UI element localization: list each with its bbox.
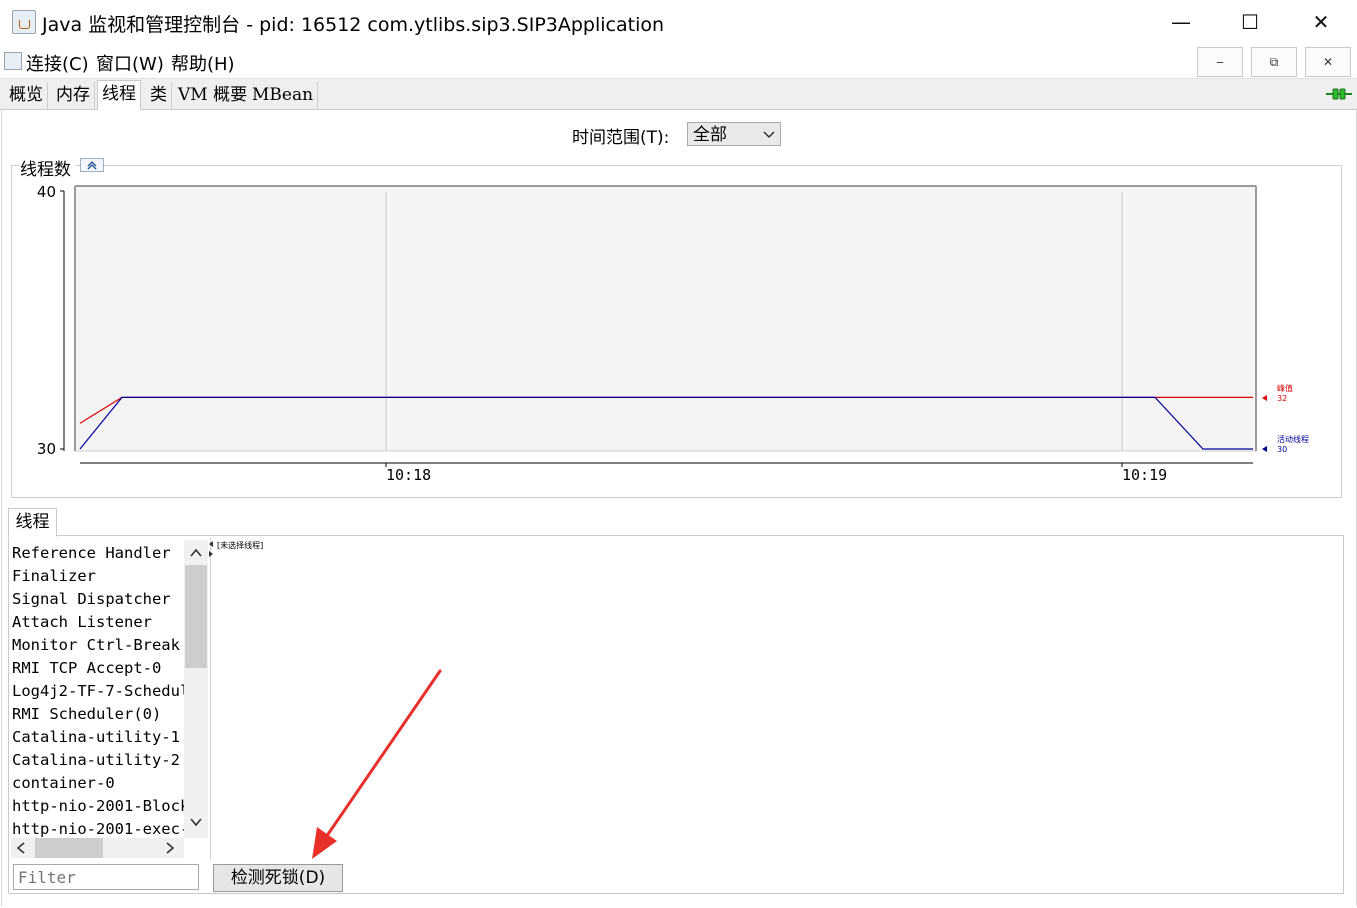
close-button[interactable]: ✕ bbox=[1304, 8, 1338, 36]
vertical-scroll-thumb[interactable] bbox=[185, 565, 207, 668]
annotation-arrow bbox=[312, 669, 442, 859]
legend-live-name: 活动线程 bbox=[1277, 434, 1309, 444]
scroll-down-icon[interactable] bbox=[189, 815, 203, 829]
tab-threads[interactable]: 线程 bbox=[97, 80, 141, 111]
thread-list[interactable]: Reference Handler Finalizer Signal Dispa… bbox=[12, 542, 184, 838]
peak-end-marker bbox=[1262, 395, 1267, 401]
live-end-marker bbox=[1262, 446, 1267, 452]
thread-list-item[interactable]: Finalizer bbox=[12, 565, 184, 588]
legend-live-value: 30 bbox=[1277, 445, 1287, 454]
tab-overview[interactable]: 概览 bbox=[5, 82, 48, 109]
thread-list-item[interactable]: Signal Dispatcher bbox=[12, 588, 184, 611]
thread-list-item[interactable]: container-0 bbox=[12, 772, 184, 795]
scroll-right-icon[interactable] bbox=[163, 841, 177, 855]
thread-detail-text: [未选择线程] bbox=[217, 541, 264, 550]
tab-memory[interactable]: 内存 bbox=[52, 82, 95, 109]
thread-list-item[interactable]: Catalina-utility-2 bbox=[12, 749, 184, 772]
internal-restore-button[interactable]: ⧉ bbox=[1251, 47, 1297, 77]
internal-minimize-button[interactable]: ‒ bbox=[1197, 47, 1243, 77]
internal-close-button[interactable]: ✕ bbox=[1305, 47, 1351, 77]
tab-classes[interactable]: 类 bbox=[146, 82, 172, 109]
maximize-button[interactable]: ☐ bbox=[1233, 8, 1267, 36]
splitter-arrows-icon[interactable] bbox=[208, 540, 214, 558]
tab-mbean[interactable]: MBean bbox=[248, 82, 319, 109]
tab-vm-summary[interactable]: VM 概要 bbox=[174, 82, 253, 109]
legend-peak-value: 32 bbox=[1277, 394, 1287, 403]
plot-area bbox=[74, 185, 1257, 452]
thread-list-item[interactable]: Attach Listener bbox=[12, 611, 184, 634]
thread-list-item[interactable]: RMI Scheduler(0) bbox=[12, 703, 184, 726]
detect-deadlock-button[interactable]: 检测死锁(D) bbox=[213, 864, 343, 892]
thread-count-chart: 40 30 10:18 10:19 峰值 32 活动线程 30 bbox=[37, 183, 1309, 484]
menu-help[interactable]: 帮助(H) bbox=[171, 50, 235, 76]
x-tick-label-1: 10:18 bbox=[386, 466, 431, 484]
minimize-button[interactable]: — bbox=[1164, 8, 1198, 36]
thread-filter-input[interactable] bbox=[13, 864, 199, 890]
x-tick-label-2: 10:19 bbox=[1122, 466, 1167, 484]
thread-list-item[interactable]: Monitor Ctrl-Break bbox=[12, 634, 184, 657]
horizontal-scroll-thumb[interactable] bbox=[35, 838, 103, 858]
thread-list-item[interactable]: RMI TCP Accept-0 bbox=[12, 657, 184, 680]
scroll-left-icon[interactable] bbox=[14, 841, 28, 855]
thread-list-item[interactable]: Log4j2-TF-7-Schedul bbox=[12, 680, 184, 703]
legend-peak-name: 峰值 bbox=[1277, 383, 1293, 393]
time-range-label: 时间范围(T): bbox=[572, 128, 670, 148]
java-icon bbox=[12, 10, 36, 34]
connection-plug-icon bbox=[1326, 88, 1352, 100]
dropdown-chevron-icon bbox=[763, 131, 775, 139]
threads-section-tab[interactable]: 线程 bbox=[8, 508, 57, 537]
split-pane-divider[interactable] bbox=[210, 538, 214, 860]
thread-list-item[interactable]: Reference Handler bbox=[12, 542, 184, 565]
java-icon[interactable] bbox=[4, 52, 22, 70]
window-title: Java 监视和管理控制台 - pid: 16512 com.ytlibs.si… bbox=[42, 14, 665, 36]
menu-window[interactable]: 窗口(W) bbox=[96, 50, 164, 76]
y-tick-label-bottom: 30 bbox=[37, 440, 56, 458]
thread-list-item[interactable]: Catalina-utility-1 bbox=[12, 726, 184, 749]
scroll-up-icon[interactable] bbox=[189, 546, 203, 560]
y-tick-label-top: 40 bbox=[37, 183, 56, 201]
thread-list-item[interactable]: http-nio-2001-Block bbox=[12, 795, 184, 818]
thread-list-item[interactable]: http-nio-2001-exec- bbox=[12, 818, 184, 838]
menu-connection[interactable]: 连接(C) bbox=[26, 50, 89, 76]
threads-panel bbox=[8, 535, 1344, 894]
